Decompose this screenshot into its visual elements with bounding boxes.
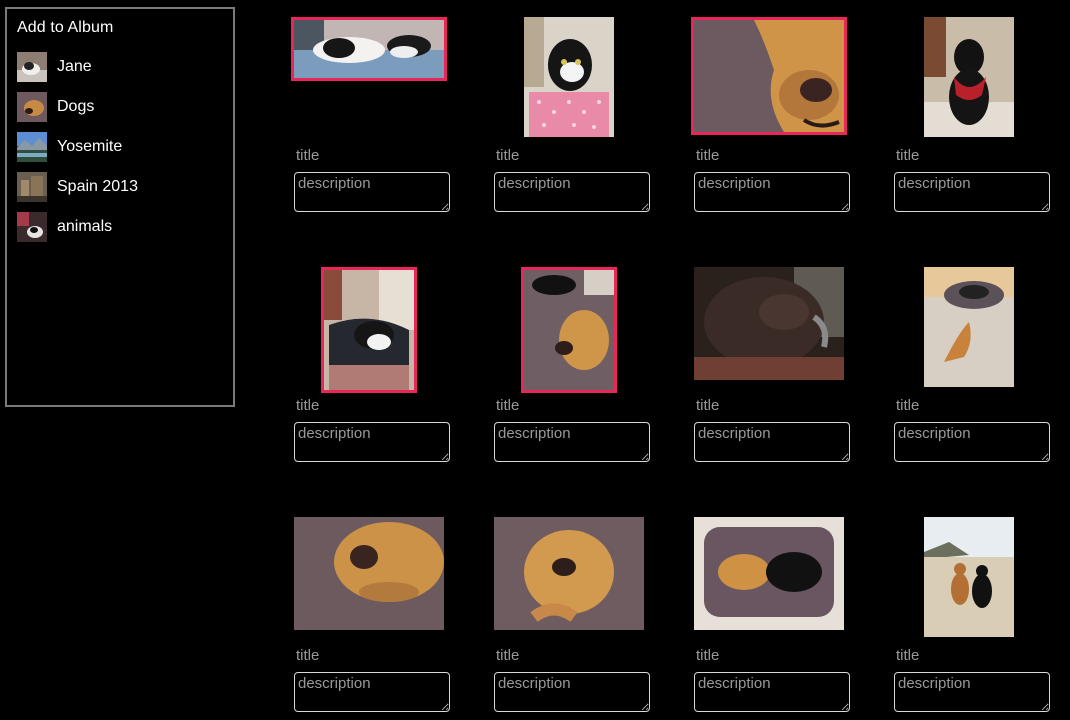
fluffy-dark-dog-photo <box>694 267 844 380</box>
album-label: animals <box>57 218 113 235</box>
photo-description-input[interactable] <box>894 422 1050 462</box>
building-thumbnail <box>17 172 47 202</box>
dog-thumbnail <box>17 92 47 122</box>
photo-title[interactable]: title <box>496 647 519 664</box>
photo-description-input[interactable] <box>294 672 450 712</box>
photo-description-input[interactable] <box>694 172 850 212</box>
cats-sleeping-photo <box>294 20 444 78</box>
photo-thumbnail[interactable] <box>694 267 844 380</box>
photo-title[interactable]: title <box>896 647 919 664</box>
photo-title[interactable]: title <box>696 647 719 664</box>
photo-thumbnail[interactable] <box>924 517 1014 637</box>
photo-title[interactable]: title <box>296 647 319 664</box>
photo-description-input[interactable] <box>294 172 450 212</box>
photo-description-input[interactable] <box>294 422 450 462</box>
photo-title[interactable]: title <box>296 397 319 414</box>
album-label: Dogs <box>57 98 95 115</box>
photo-description-input[interactable] <box>894 672 1050 712</box>
album-label: Jane <box>57 58 92 75</box>
photo-title[interactable]: title <box>696 147 719 164</box>
album-list: Jane Dogs Yosemite Spain 2013 animals <box>17 47 138 247</box>
photo-thumbnail[interactable] <box>524 17 614 137</box>
dog-on-cushion-photo <box>524 270 614 390</box>
cat-in-bag-photo <box>324 270 414 390</box>
cat-pink-box-photo <box>524 17 614 137</box>
add-to-album-panel: Add to Album Jane Dogs Yosemite Spain 20… <box>5 7 235 407</box>
photo-thumbnail[interactable] <box>924 17 1014 137</box>
photo-title[interactable]: title <box>296 147 319 164</box>
photo-thumbnail[interactable] <box>294 517 444 630</box>
photo-thumbnail[interactable] <box>321 267 417 393</box>
photo-title[interactable]: title <box>896 397 919 414</box>
add-to-album-heading: Add to Album <box>17 19 114 36</box>
dog-on-floor-photo <box>924 267 1014 387</box>
photo-title[interactable]: title <box>696 397 719 414</box>
photo-description-input[interactable] <box>694 422 850 462</box>
photo-description-input[interactable] <box>494 172 650 212</box>
dog-nose-photo <box>694 20 844 132</box>
animals-thumbnail <box>17 212 47 242</box>
album-item-jane[interactable]: Jane <box>17 47 138 87</box>
cat-thumbnail <box>17 52 47 82</box>
album-item-spain-2013[interactable]: Spain 2013 <box>17 167 138 207</box>
album-item-yosemite[interactable]: Yosemite <box>17 127 138 167</box>
two-dogs-beach-photo <box>924 517 1014 637</box>
dog-face-cushion-photo <box>294 517 444 630</box>
photo-thumbnail[interactable] <box>291 17 447 81</box>
two-dogs-bed-photo <box>694 517 844 630</box>
photo-title[interactable]: title <box>496 147 519 164</box>
dog-upside-down-photo <box>494 517 644 630</box>
photo-thumbnail[interactable] <box>494 517 644 630</box>
photo-thumbnail[interactable] <box>924 267 1014 387</box>
photo-thumbnail[interactable] <box>521 267 617 393</box>
black-dog-bandana-photo <box>924 17 1014 137</box>
album-label: Spain 2013 <box>57 178 138 195</box>
album-item-dogs[interactable]: Dogs <box>17 87 138 127</box>
photo-description-input[interactable] <box>494 422 650 462</box>
photo-title[interactable]: title <box>496 397 519 414</box>
photo-thumbnail[interactable] <box>691 17 847 135</box>
album-item-animals[interactable]: animals <box>17 207 138 247</box>
landscape-thumbnail <box>17 132 47 162</box>
photo-thumbnail[interactable] <box>694 517 844 630</box>
album-label: Yosemite <box>57 138 123 155</box>
photo-description-input[interactable] <box>694 672 850 712</box>
photo-description-input[interactable] <box>494 672 650 712</box>
photo-description-input[interactable] <box>894 172 1050 212</box>
photo-title[interactable]: title <box>896 147 919 164</box>
